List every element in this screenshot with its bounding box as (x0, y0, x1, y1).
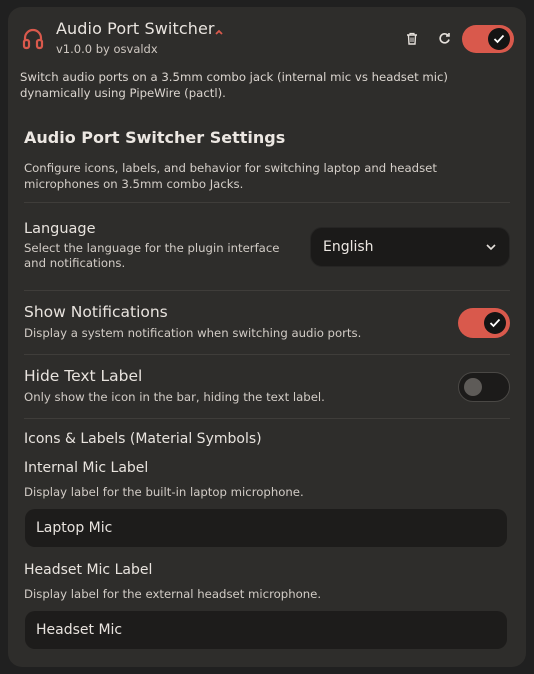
plugin-version: v1.0.0 by osvaldx (56, 42, 158, 56)
show-notifications-title: Show Notifications (24, 303, 168, 321)
settings-description: Configure icons, labels, and behavior fo… (24, 161, 437, 191)
delete-button[interactable] (403, 29, 421, 47)
plugin-description: Switch audio ports on a 3.5mm combo jack… (20, 70, 448, 100)
divider (24, 202, 510, 203)
divider (24, 418, 510, 419)
divider (24, 354, 510, 355)
icons-labels-heading: Icons & Labels (Material Symbols) (24, 431, 262, 447)
language-title: Language (24, 221, 96, 237)
internal-mic-title: Internal Mic Label (24, 460, 149, 476)
toggle-knob (464, 378, 482, 396)
headset-mic-title: Headset Mic Label (24, 562, 153, 578)
headset-icon (22, 27, 44, 51)
headset-mic-label-input[interactable]: Headset Mic (25, 611, 507, 649)
toggle-knob (484, 312, 506, 334)
language-select[interactable]: English (310, 227, 510, 267)
toggle-knob (488, 28, 510, 50)
chevron-down-icon (486, 244, 496, 251)
chevron-up-icon[interactable] (213, 22, 225, 35)
trash-icon (407, 32, 417, 45)
show-notifications-description: Display a system notification when switc… (24, 326, 362, 340)
plugin-card: Audio Port Switcher v1.0.0 by osvaldx Sw… (8, 7, 526, 667)
headset-mic-label-value: Headset Mic (36, 622, 123, 638)
show-notifications-toggle[interactable] (458, 308, 510, 338)
plugin-enabled-toggle[interactable] (462, 25, 514, 53)
language-description: Select the language for the plugin inter… (24, 241, 280, 270)
hide-text-label-toggle[interactable] (458, 372, 510, 402)
divider (24, 290, 510, 291)
plugin-title: Audio Port Switcher (56, 19, 215, 38)
hide-text-label-title: Hide Text Label (24, 367, 143, 385)
internal-mic-description: Display label for the built-in laptop mi… (24, 485, 304, 499)
hide-text-label-description: Only show the icon in the bar, hiding th… (24, 390, 325, 404)
reload-button[interactable] (435, 29, 453, 47)
refresh-icon (438, 32, 450, 44)
language-select-value: English (323, 239, 374, 255)
check-icon (493, 34, 505, 44)
internal-mic-label-input[interactable]: Laptop Mic (25, 509, 507, 547)
internal-mic-label-value: Laptop Mic (36, 520, 113, 536)
headset-mic-description: Display label for the external headset m… (24, 587, 322, 601)
settings-heading: Audio Port Switcher Settings (24, 128, 286, 147)
check-icon (489, 318, 501, 328)
